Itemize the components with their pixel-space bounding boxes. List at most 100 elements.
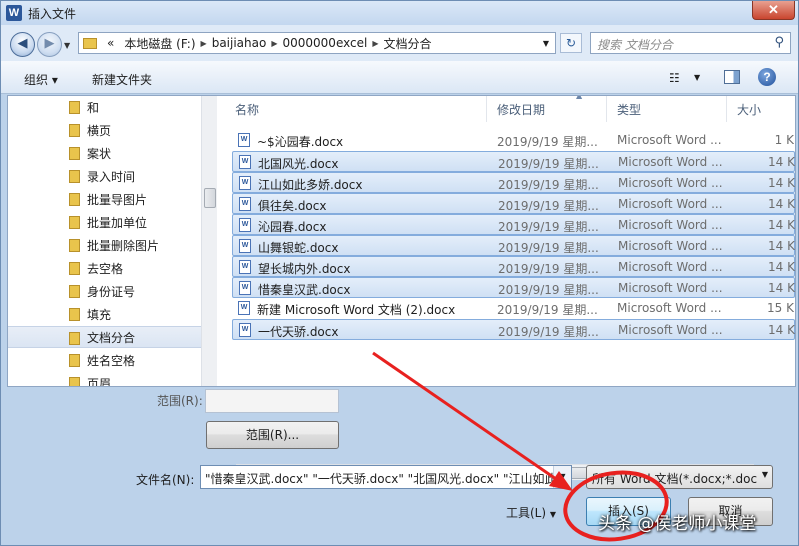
folder-icon xyxy=(69,285,80,298)
folder-icon xyxy=(69,124,80,137)
scrollbar-thumb[interactable] xyxy=(204,188,216,208)
chevron-down-icon[interactable]: ▼ xyxy=(553,466,571,488)
file-row[interactable]: W 沁园春.docx 2019/9/19 星期... Microsoft Word .… xyxy=(232,214,795,235)
file-type: Microsoft Word ... xyxy=(618,323,723,337)
file-type: Microsoft Word ... xyxy=(618,176,723,190)
file-row[interactable]: W 望长城内外.docx 2019/9/19 星期... Microsoft Word… xyxy=(232,256,795,277)
breadcrumb-overflow[interactable]: « xyxy=(107,36,114,50)
file-name: 望长城内外.docx xyxy=(258,262,351,276)
back-arrow-icon: ◀ xyxy=(17,36,28,51)
breadcrumb-excel[interactable]: 0000000excel xyxy=(283,36,368,50)
file-row[interactable]: W 一代天骄.docx 2019/9/19 星期... Microsoft Word … xyxy=(232,319,795,340)
file-name: ~$沁园春.docx xyxy=(257,135,344,149)
refresh-icon: ↻ xyxy=(565,36,577,50)
recent-locations-dropdown[interactable]: ▼ xyxy=(64,41,70,50)
folder-icon xyxy=(69,239,80,252)
filename-value: "惜秦皇汉武.docx" "一代天骄.docx" "北国风光.docx" "江山… xyxy=(205,472,569,486)
sidebar-item[interactable]: 批量导图片 xyxy=(8,188,201,210)
sidebar-item[interactable]: 和 xyxy=(8,96,201,118)
refresh-button[interactable]: ↻ xyxy=(560,33,582,53)
range-button[interactable]: 范围(R)... xyxy=(206,421,339,449)
search-input[interactable]: 搜索 文档分合 ⚲ xyxy=(590,32,791,54)
preview-pane-icon[interactable] xyxy=(724,70,740,84)
file-size: 14 K xyxy=(768,176,795,190)
file-date: 2019/9/19 星期... xyxy=(498,241,599,255)
watermark: 头条 @侯老师小课堂 xyxy=(598,514,757,534)
window-title: 插入文件 xyxy=(28,7,77,21)
file-row[interactable]: W 北国风光.docx 2019/9/19 星期... Microsoft Word … xyxy=(232,151,795,172)
organize-button[interactable]: 组织 ▾ xyxy=(24,71,58,88)
chevron-right-icon[interactable]: ▶ xyxy=(372,39,378,48)
file-name: 俱往矣.docx xyxy=(258,199,327,213)
file-list: ▲ 名称 修改日期 类型 大小 W~$沁园春.docx2019/9/19 星期.… xyxy=(225,96,795,386)
address-bar[interactable]: « 本地磁盘 (F:) ▶ baijiahao ▶ 0000000excel ▶… xyxy=(78,32,556,54)
file-type: Microsoft Word ... xyxy=(618,218,723,232)
sidebar-item[interactable]: 去空格 xyxy=(8,257,201,279)
file-date: 2019/9/19 星期... xyxy=(498,199,599,213)
range-input[interactable] xyxy=(205,389,339,413)
sidebar-item[interactable]: 案状 xyxy=(8,142,201,164)
filetype-select[interactable]: 所有 Word 文档(*.docx;*.doc ▼ xyxy=(586,465,773,489)
file-row[interactable]: W 俱往矣.docx 2019/9/19 星期... Microsoft Word .… xyxy=(232,193,795,214)
word-document-icon: W xyxy=(238,301,250,315)
sidebar-item[interactable]: 批量删除图片 xyxy=(8,234,201,256)
tools-button[interactable]: 工具(L) ▼ xyxy=(506,504,556,521)
sidebar-item[interactable]: 填充 xyxy=(8,303,201,325)
word-app-icon: W xyxy=(6,5,22,21)
folder-icon xyxy=(69,332,80,345)
file-size: 14 K xyxy=(768,197,795,211)
column-header-date[interactable]: 修改日期 xyxy=(487,96,607,122)
file-row[interactable]: W 江山如此多娇.docx 2019/9/19 星期... Microsoft Wor… xyxy=(232,172,795,193)
chevron-down-icon[interactable]: ▼ xyxy=(694,73,700,82)
word-document-icon: W xyxy=(239,323,251,337)
chevron-right-icon[interactable]: ▶ xyxy=(271,39,277,48)
breadcrumb-current[interactable]: 文档分合 xyxy=(383,35,431,52)
word-document-icon: W xyxy=(239,281,251,295)
file-date: 2019/9/19 星期... xyxy=(498,325,599,339)
help-icon[interactable]: ? xyxy=(758,68,776,86)
view-options-icon[interactable]: ☷ xyxy=(669,71,680,85)
sidebar-item[interactable]: 批量加单位 xyxy=(8,211,201,233)
sidebar-item[interactable]: 横页 xyxy=(8,119,201,141)
file-size: 14 K xyxy=(768,155,795,169)
filename-input[interactable]: "惜秦皇汉武.docx" "一代天骄.docx" "北国风光.docx" "江山… xyxy=(200,465,572,489)
folder-icon xyxy=(69,193,80,206)
file-row[interactable]: W 惜秦皇汉武.docx 2019/9/19 星期... Microsoft Word… xyxy=(232,277,795,298)
column-header-name[interactable]: 名称 xyxy=(225,96,487,122)
chevron-right-icon[interactable]: ▶ xyxy=(201,39,207,48)
breadcrumb-baijiahao[interactable]: baijiahao xyxy=(212,36,267,50)
range-label: 范围(R): xyxy=(157,394,203,408)
folder-icon xyxy=(69,377,80,386)
sidebar-item[interactable]: 页眉 xyxy=(8,372,201,386)
close-button[interactable]: ✕ xyxy=(752,1,795,20)
file-size: 14 K xyxy=(768,239,795,253)
sidebar-item[interactable]: 身份证号 xyxy=(8,280,201,302)
column-header-type[interactable]: 类型 xyxy=(607,96,727,122)
file-row[interactable]: W 山舞银蛇.docx 2019/9/19 星期... Microsoft Word … xyxy=(232,235,795,256)
chevron-down-icon[interactable]: ▼ xyxy=(543,39,549,48)
file-size: 14 K xyxy=(768,323,795,337)
column-header-size[interactable]: 大小 xyxy=(727,96,795,122)
sidebar-item-selected[interactable]: 文档分合 xyxy=(8,326,201,348)
file-name: 一代天骄.docx xyxy=(258,325,339,339)
folder-icon xyxy=(69,147,80,160)
file-type: Microsoft Word ... xyxy=(618,281,723,295)
file-name: 新建 Microsoft Word 文档 (2).docx xyxy=(257,303,456,317)
back-button[interactable]: ◀ xyxy=(10,32,35,57)
sidebar-scrollbar[interactable] xyxy=(201,96,217,386)
sidebar-item[interactable]: 姓名空格 xyxy=(8,349,201,371)
file-row[interactable]: W ~$沁园春.docx 2019/9/19 星期... Microsoft Word… xyxy=(232,130,795,151)
word-document-icon: W xyxy=(239,239,251,253)
breadcrumb-drive[interactable]: 本地磁盘 (F:) xyxy=(124,35,195,52)
file-name: 北国风光.docx xyxy=(258,157,339,171)
navigation-bar: ◀ ▶ ▼ « 本地磁盘 (F:) ▶ baijiahao ▶ 0000000e… xyxy=(1,25,798,61)
file-row[interactable]: W 新建 Microsoft Word 文档 (2).docx 2019/9/19 … xyxy=(232,298,795,319)
new-folder-button[interactable]: 新建文件夹 xyxy=(92,71,152,88)
search-icon[interactable]: ⚲ xyxy=(774,35,784,50)
command-toolbar: 组织 ▾ 新建文件夹 ☷ ▼ ? xyxy=(1,61,798,94)
close-icon: ✕ xyxy=(768,2,779,17)
file-type: Microsoft Word ... xyxy=(618,260,723,274)
forward-button[interactable]: ▶ xyxy=(37,32,62,57)
folder-icon xyxy=(69,216,80,229)
sidebar-item[interactable]: 录入时间 xyxy=(8,165,201,187)
